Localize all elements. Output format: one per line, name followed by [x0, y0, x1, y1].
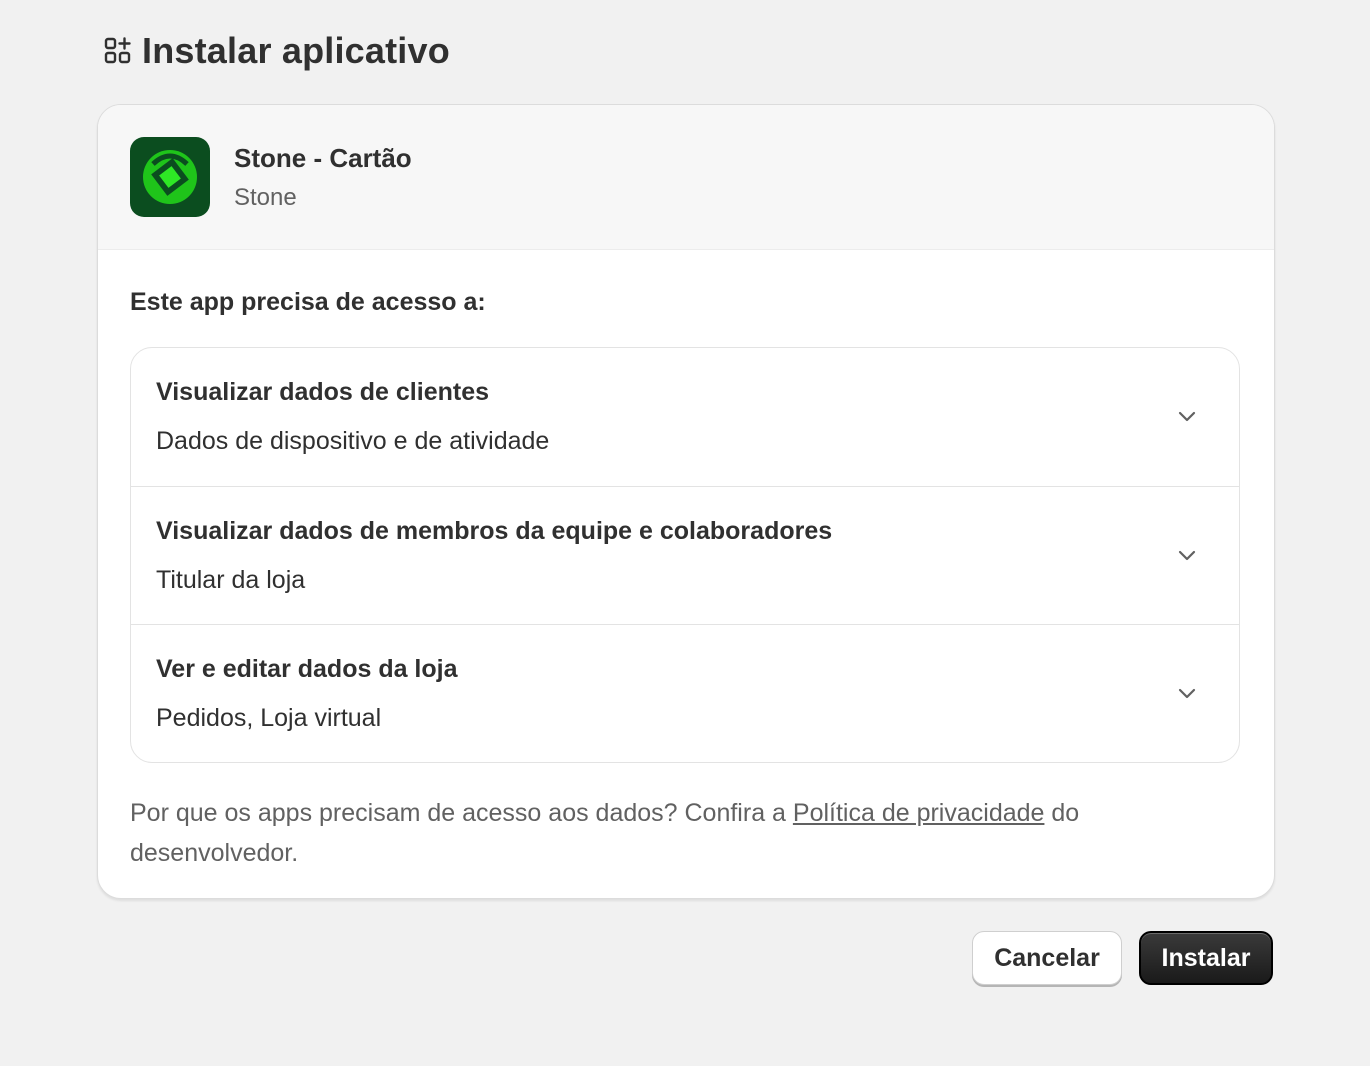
apps-add-icon	[104, 37, 132, 65]
permission-title: Ver e editar dados da loja	[156, 654, 458, 683]
permission-description: Pedidos, Loja virtual	[156, 703, 382, 732]
app-name: Stone - Cartão	[234, 142, 412, 173]
permission-item-customers[interactable]: Visualizar dados de clientes Dados de di…	[131, 348, 1239, 486]
permission-item-staff[interactable]: Visualizar dados de membros da equipe e …	[131, 486, 1239, 624]
privacy-policy-link[interactable]: Política de privacidade	[793, 799, 1045, 827]
permission-description: Dados de dispositivo e de atividade	[156, 427, 550, 455]
app-summary: Stone - Cartão Stone	[98, 105, 1274, 250]
privacy-note: Por que os apps precisam de acesso aos d…	[130, 793, 1240, 873]
chevron-down-icon[interactable]	[1175, 405, 1199, 429]
permission-title: Visualizar dados de clientes	[156, 378, 490, 406]
access-heading: Este app precisa de acesso a:	[130, 288, 486, 316]
access-section: Este app precisa de acesso a: Visualizar…	[98, 250, 1274, 873]
chevron-down-icon[interactable]	[1175, 682, 1199, 706]
page-title: Instalar aplicativo	[142, 30, 450, 71]
install-button[interactable]: Instalar	[1139, 931, 1273, 985]
stone-logo-icon	[143, 150, 197, 204]
chevron-down-icon[interactable]	[1175, 544, 1199, 568]
permission-item-store[interactable]: Ver e editar dados da loja Pedidos, Loja…	[131, 624, 1239, 762]
app-logo	[130, 137, 210, 217]
app-developer: Stone	[234, 183, 297, 211]
app-meta: Stone - Cartão Stone	[234, 143, 412, 212]
permission-description: Titular da loja	[156, 565, 306, 594]
permission-list: Visualizar dados de clientes Dados de di…	[130, 347, 1240, 763]
cancel-button[interactable]: Cancelar	[972, 931, 1122, 985]
page-header: Instalar aplicativo	[104, 30, 450, 72]
permission-title: Visualizar dados de membros da equipe e …	[156, 516, 833, 545]
footer-actions: Cancelar Instalar	[972, 931, 1273, 985]
install-card: Stone - Cartão Stone Este app precisa de…	[97, 104, 1275, 899]
privacy-note-prefix: Por que os apps precisam de acesso aos d…	[130, 799, 793, 827]
